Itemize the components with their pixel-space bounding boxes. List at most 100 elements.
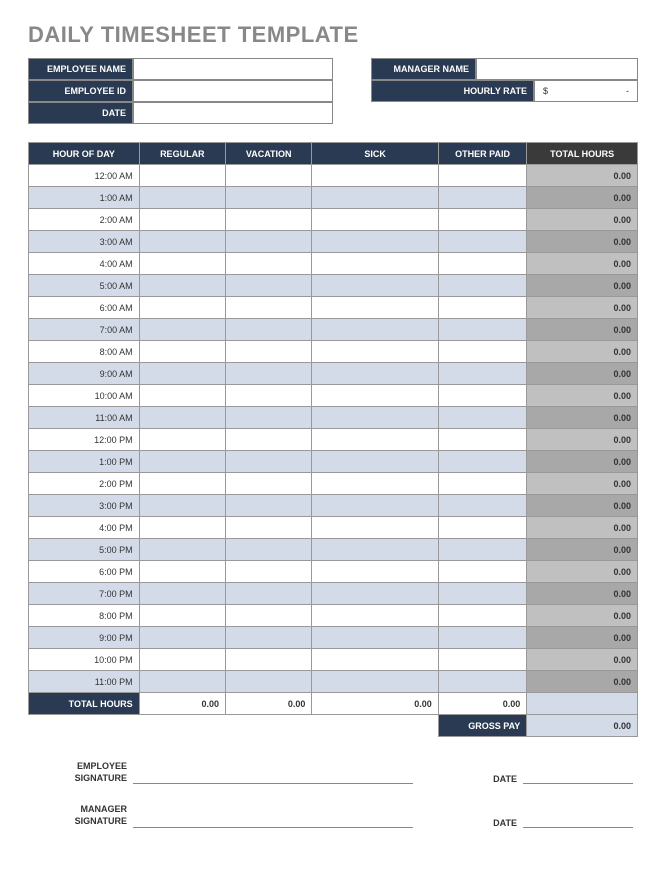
cell-vacation[interactable] [226, 561, 312, 583]
cell-other[interactable] [438, 297, 527, 319]
cell-vacation[interactable] [226, 209, 312, 231]
cell-regular[interactable] [139, 671, 225, 693]
cell-vacation[interactable] [226, 341, 312, 363]
cell-sick[interactable] [312, 407, 438, 429]
cell-vacation[interactable] [226, 407, 312, 429]
cell-sick[interactable] [312, 297, 438, 319]
cell-other[interactable] [438, 495, 527, 517]
cell-vacation[interactable] [226, 627, 312, 649]
cell-sick[interactable] [312, 429, 438, 451]
manager-date-line[interactable] [523, 812, 633, 828]
cell-sick[interactable] [312, 231, 438, 253]
cell-regular[interactable] [139, 165, 225, 187]
date-field[interactable] [133, 102, 333, 124]
cell-sick[interactable] [312, 517, 438, 539]
cell-vacation[interactable] [226, 275, 312, 297]
cell-vacation[interactable] [226, 495, 312, 517]
cell-regular[interactable] [139, 429, 225, 451]
cell-regular[interactable] [139, 407, 225, 429]
manager-signature-line[interactable] [133, 812, 413, 828]
cell-sick[interactable] [312, 671, 438, 693]
cell-other[interactable] [438, 165, 527, 187]
cell-regular[interactable] [139, 385, 225, 407]
cell-sick[interactable] [312, 319, 438, 341]
cell-other[interactable] [438, 649, 527, 671]
cell-sick[interactable] [312, 627, 438, 649]
cell-vacation[interactable] [226, 583, 312, 605]
cell-sick[interactable] [312, 495, 438, 517]
cell-other[interactable] [438, 407, 527, 429]
cell-sick[interactable] [312, 363, 438, 385]
cell-other[interactable] [438, 209, 527, 231]
cell-sick[interactable] [312, 539, 438, 561]
cell-sick[interactable] [312, 561, 438, 583]
cell-other[interactable] [438, 341, 527, 363]
cell-regular[interactable] [139, 649, 225, 671]
employee-date-line[interactable] [523, 768, 633, 784]
cell-vacation[interactable] [226, 231, 312, 253]
cell-sick[interactable] [312, 473, 438, 495]
cell-regular[interactable] [139, 495, 225, 517]
cell-regular[interactable] [139, 561, 225, 583]
cell-regular[interactable] [139, 605, 225, 627]
employee-name-field[interactable] [133, 58, 333, 80]
cell-other[interactable] [438, 187, 527, 209]
cell-other[interactable] [438, 627, 527, 649]
cell-regular[interactable] [139, 451, 225, 473]
hourly-rate-field[interactable]: $ - [534, 80, 638, 102]
cell-regular[interactable] [139, 473, 225, 495]
cell-other[interactable] [438, 231, 527, 253]
cell-regular[interactable] [139, 231, 225, 253]
cell-other[interactable] [438, 385, 527, 407]
cell-other[interactable] [438, 429, 527, 451]
cell-regular[interactable] [139, 627, 225, 649]
cell-other[interactable] [438, 583, 527, 605]
cell-other[interactable] [438, 275, 527, 297]
cell-regular[interactable] [139, 253, 225, 275]
cell-regular[interactable] [139, 297, 225, 319]
cell-vacation[interactable] [226, 605, 312, 627]
cell-other[interactable] [438, 539, 527, 561]
cell-regular[interactable] [139, 517, 225, 539]
cell-regular[interactable] [139, 275, 225, 297]
cell-sick[interactable] [312, 341, 438, 363]
cell-vacation[interactable] [226, 539, 312, 561]
cell-other[interactable] [438, 561, 527, 583]
cell-other[interactable] [438, 671, 527, 693]
cell-vacation[interactable] [226, 187, 312, 209]
cell-vacation[interactable] [226, 385, 312, 407]
manager-name-field[interactable] [476, 58, 638, 80]
cell-regular[interactable] [139, 319, 225, 341]
cell-vacation[interactable] [226, 473, 312, 495]
cell-vacation[interactable] [226, 253, 312, 275]
cell-vacation[interactable] [226, 363, 312, 385]
cell-other[interactable] [438, 451, 527, 473]
cell-sick[interactable] [312, 209, 438, 231]
cell-sick[interactable] [312, 275, 438, 297]
cell-vacation[interactable] [226, 297, 312, 319]
cell-regular[interactable] [139, 539, 225, 561]
employee-signature-line[interactable] [133, 768, 413, 784]
cell-vacation[interactable] [226, 319, 312, 341]
cell-sick[interactable] [312, 385, 438, 407]
cell-other[interactable] [438, 319, 527, 341]
cell-sick[interactable] [312, 583, 438, 605]
cell-sick[interactable] [312, 649, 438, 671]
cell-other[interactable] [438, 517, 527, 539]
cell-other[interactable] [438, 363, 527, 385]
cell-sick[interactable] [312, 605, 438, 627]
cell-sick[interactable] [312, 165, 438, 187]
cell-vacation[interactable] [226, 671, 312, 693]
cell-regular[interactable] [139, 583, 225, 605]
cell-regular[interactable] [139, 209, 225, 231]
cell-vacation[interactable] [226, 429, 312, 451]
employee-id-field[interactable] [133, 80, 333, 102]
cell-sick[interactable] [312, 253, 438, 275]
cell-other[interactable] [438, 605, 527, 627]
cell-vacation[interactable] [226, 517, 312, 539]
cell-other[interactable] [438, 253, 527, 275]
cell-sick[interactable] [312, 187, 438, 209]
cell-regular[interactable] [139, 341, 225, 363]
cell-vacation[interactable] [226, 165, 312, 187]
cell-sick[interactable] [312, 451, 438, 473]
